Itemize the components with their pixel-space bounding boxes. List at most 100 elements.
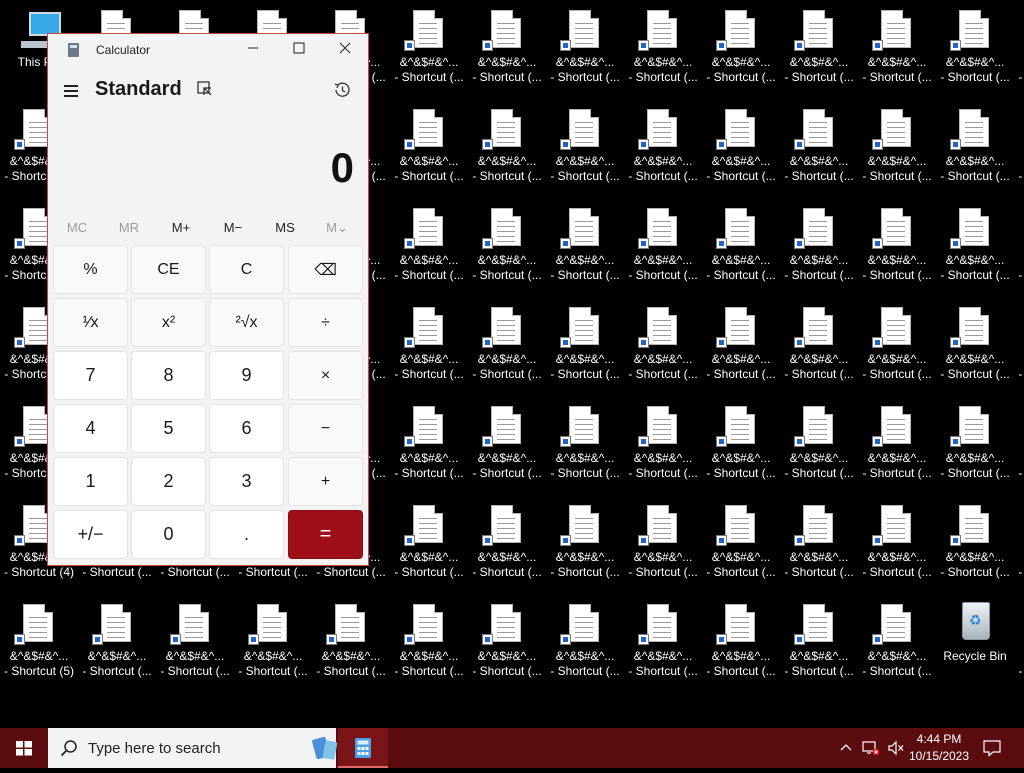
clear-button[interactable]: C	[209, 245, 284, 294]
square-button[interactable]: x²	[131, 298, 206, 347]
digit-7-button[interactable]: 7	[53, 351, 128, 400]
desktop-icon-shortcut[interactable]: &^&$#&^...- Shortcut (...	[782, 107, 856, 203]
digit-9-button[interactable]: 9	[209, 351, 284, 400]
desktop-icon-shortcut[interactable]: &^&$#&^...- Shortcut (...	[860, 107, 934, 203]
negate-button[interactable]: +/−	[53, 510, 128, 559]
desktop-icon-shortcut[interactable]: &^&$#&^...- Shortcut (...	[1016, 602, 1024, 698]
desktop-icon-shortcut[interactable]: &^&$#&^...- Shortcut (...	[470, 305, 544, 401]
desktop-icon-shortcut[interactable]: &^&$#&^...- Shortcut (...	[80, 602, 154, 698]
add-button[interactable]: +	[288, 457, 363, 506]
desktop-icon-shortcut[interactable]: &^&$#&^...- Shortcut (...	[392, 602, 466, 698]
desktop-icon-shortcut[interactable]: &^&$#&^...- Shortcut (...	[470, 8, 544, 104]
digit-6-button[interactable]: 6	[209, 404, 284, 453]
desktop-icon-shortcut[interactable]: &^&$#&^... - Shortcut (5)	[2, 602, 76, 698]
desktop-icon-shortcut[interactable]: &^&$#&^...- Shortcut (...	[782, 206, 856, 302]
desktop-icon-shortcut[interactable]: &^&$#&^...- Shortcut (...	[548, 8, 622, 104]
divide-button[interactable]: ÷	[288, 298, 363, 347]
desktop-icon-shortcut[interactable]: &^&$#&^...- Shortcut (...	[392, 503, 466, 599]
desktop-icon-shortcut[interactable]: &^&$#&^...- Shortcut (...	[704, 503, 778, 599]
taskbar-calculator-button[interactable]	[338, 728, 388, 768]
backspace-button[interactable]: ⌫	[288, 245, 363, 294]
desktop-icon-shortcut[interactable]: &^&$#&^...- Shortcut (...	[470, 206, 544, 302]
memory-list-button[interactable]: M⌄	[312, 220, 362, 236]
desktop-icon-shortcut[interactable]: &^&$#&^...- Shortcut (...	[860, 8, 934, 104]
memory-clear-button[interactable]: MC	[52, 220, 102, 235]
network-icon[interactable]	[862, 740, 880, 756]
desktop-icon-shortcut[interactable]: &^&$#&^...- Shortcut (...	[548, 305, 622, 401]
square-root-button[interactable]: ²√x	[209, 298, 284, 347]
memory-store-button[interactable]: MS	[260, 220, 310, 235]
memory-recall-button[interactable]: MR	[104, 220, 154, 235]
desktop-icon-shortcut[interactable]: &^&$#&^...- Shortcut (...	[548, 206, 622, 302]
desktop-icon-shortcut[interactable]: &^&$#&^...- Shortcut (...	[1016, 8, 1024, 104]
desktop-icon-shortcut[interactable]: &^&$#&^...- Shortcut (...	[314, 602, 388, 698]
digit-8-button[interactable]: 8	[131, 351, 206, 400]
multiply-button[interactable]: ×	[288, 351, 363, 400]
digit-1-button[interactable]: 1	[53, 457, 128, 506]
desktop-icon-shortcut[interactable]: &^&$#&^...- Shortcut (...	[626, 305, 700, 401]
digit-2-button[interactable]: 2	[131, 457, 206, 506]
desktop-icon-shortcut[interactable]: &^&$#&^...- Shortcut (...	[1016, 305, 1024, 401]
desktop-icon-shortcut[interactable]: &^&$#&^...- Shortcut (...	[938, 8, 1012, 104]
desktop-icon-shortcut[interactable]: &^&$#&^...- Shortcut (...	[470, 602, 544, 698]
maximize-button[interactable]	[276, 34, 322, 66]
calculator-window[interactable]: Calculator Standard 0 MC MR M+ M− MS M⌄% CE C ⌫ ¹…	[47, 33, 369, 566]
desktop-icon-shortcut[interactable]: &^&$#&^...- Shortcut (...	[704, 8, 778, 104]
desktop-icon-shortcut[interactable]: &^&$#&^...- Shortcut (...	[938, 107, 1012, 203]
desktop-icon-recycle-bin[interactable]: Recycle Bin	[938, 602, 1012, 698]
keep-on-top-button[interactable]	[196, 80, 214, 98]
desktop-icon-shortcut[interactable]: &^&$#&^...- Shortcut (...	[860, 206, 934, 302]
desktop-icon-shortcut[interactable]: &^&$#&^...- Shortcut (...	[548, 107, 622, 203]
desktop-icon-shortcut[interactable]: &^&$#&^...- Shortcut (...	[548, 404, 622, 500]
digit-0-button[interactable]: 0	[131, 510, 206, 559]
desktop-icon-shortcut[interactable]: &^&$#&^...- Shortcut (...	[236, 602, 310, 698]
desktop-icon-shortcut[interactable]: &^&$#&^...- Shortcut (...	[1016, 503, 1024, 599]
desktop-icon-shortcut[interactable]: &^&$#&^...- Shortcut (...	[704, 107, 778, 203]
clear-entry-button[interactable]: CE	[131, 245, 206, 294]
memory-subtract-button[interactable]: M−	[208, 220, 258, 235]
desktop-icon-shortcut[interactable]: &^&$#&^...- Shortcut (...	[626, 602, 700, 698]
desktop-icon-shortcut[interactable]: &^&$#&^...- Shortcut (...	[626, 404, 700, 500]
percent-button[interactable]: %	[53, 245, 128, 294]
desktop-icon-shortcut[interactable]: &^&$#&^...- Shortcut (...	[392, 404, 466, 500]
desktop-icon-shortcut[interactable]: &^&$#&^...- Shortcut (...	[1016, 404, 1024, 500]
digit-3-button[interactable]: 3	[209, 457, 284, 506]
desktop-icon-shortcut[interactable]: &^&$#&^...- Shortcut (...	[158, 602, 232, 698]
desktop-icon-shortcut[interactable]: &^&$#&^...- Shortcut (...	[938, 305, 1012, 401]
memory-add-button[interactable]: M+	[156, 220, 206, 235]
desktop-icon-shortcut[interactable]: &^&$#&^...- Shortcut (...	[392, 305, 466, 401]
desktop-icon-shortcut[interactable]: &^&$#&^...- Shortcut (...	[704, 206, 778, 302]
desktop-icon-shortcut[interactable]: &^&$#&^...- Shortcut (...	[548, 602, 622, 698]
desktop-icon-shortcut[interactable]: &^&$#&^...- Shortcut (...	[860, 602, 934, 698]
digit-5-button[interactable]: 5	[131, 404, 206, 453]
desktop-icon-shortcut[interactable]: &^&$#&^...- Shortcut (...	[704, 404, 778, 500]
start-button[interactable]	[0, 728, 48, 768]
reciprocal-button[interactable]: ¹⁄x	[53, 298, 128, 347]
desktop-icon-shortcut[interactable]: &^&$#&^...- Shortcut (...	[860, 305, 934, 401]
desktop-icon-shortcut[interactable]: &^&$#&^...- Shortcut (...	[938, 503, 1012, 599]
desktop-icon-shortcut[interactable]: &^&$#&^...- Shortcut (...	[626, 503, 700, 599]
taskbar-clock[interactable]: 4:44 PM 10/15/2023	[908, 731, 970, 765]
desktop-icon-shortcut[interactable]: &^&$#&^...- Shortcut (...	[938, 206, 1012, 302]
volume-muted-icon[interactable]	[887, 740, 905, 756]
desktop-icon-shortcut[interactable]: &^&$#&^...- Shortcut (...	[782, 305, 856, 401]
subtract-button[interactable]: −	[288, 404, 363, 453]
desktop-icon-shortcut[interactable]: &^&$#&^...- Shortcut (...	[782, 404, 856, 500]
close-button[interactable]	[322, 34, 368, 66]
desktop-icon-shortcut[interactable]: &^&$#&^...- Shortcut (...	[782, 503, 856, 599]
notification-center-icon[interactable]	[982, 739, 1002, 757]
desktop-icon-shortcut[interactable]: &^&$#&^...- Shortcut (...	[860, 404, 934, 500]
show-hidden-icons-chevron-icon[interactable]	[838, 740, 854, 756]
equals-button[interactable]: =	[288, 510, 363, 559]
desktop-icon-shortcut[interactable]: &^&$#&^...- Shortcut (...	[470, 404, 544, 500]
decimal-button[interactable]: .	[209, 510, 284, 559]
desktop-icon-shortcut[interactable]: &^&$#&^...- Shortcut (...	[782, 8, 856, 104]
digit-4-button[interactable]: 4	[53, 404, 128, 453]
desktop-icon-shortcut[interactable]: &^&$#&^...- Shortcut (...	[1016, 206, 1024, 302]
navigation-menu-button[interactable]	[60, 79, 82, 101]
desktop-icon-shortcut[interactable]: &^&$#&^...- Shortcut (...	[938, 404, 1012, 500]
desktop-icon-shortcut[interactable]: &^&$#&^...- Shortcut (...	[860, 503, 934, 599]
desktop-icon-shortcut[interactable]: &^&$#&^...- Shortcut (...	[626, 206, 700, 302]
desktop-icon-shortcut[interactable]: &^&$#&^...- Shortcut (...	[470, 107, 544, 203]
desktop-icon-shortcut[interactable]: &^&$#&^...- Shortcut (...	[704, 305, 778, 401]
